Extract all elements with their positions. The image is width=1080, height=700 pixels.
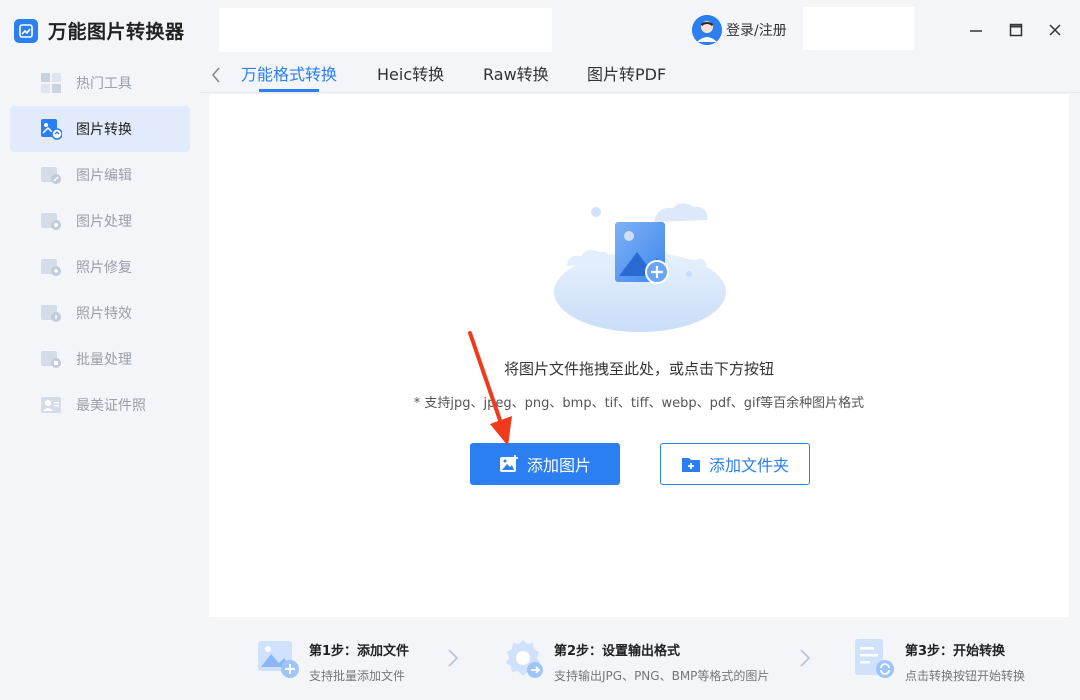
add-image-label: 添加图片 [526, 456, 591, 475]
image-process-icon [40, 210, 62, 232]
sidebar-item-photo-effect[interactable]: 照片特效 [10, 290, 190, 336]
drop-hint: 将图片文件拖拽至此处，或点击下方按钮 [503, 360, 774, 378]
supported-formats: * 支持jpg、jpeg、png、bmp、tif、tiff、webp、pdf、g… [413, 396, 865, 411]
step-1-desc: 支持批量添加文件 [309, 669, 406, 683]
step-1-title: 第1步：添加文件 [309, 644, 410, 659]
header-blank-area [803, 7, 914, 50]
steps-footer: 第1步：添加文件 支持批量添加文件 第2步：设置输出格式 支持输出JPG、PNG… [209, 618, 1069, 700]
add-folder-icon [681, 455, 701, 473]
minimize-icon [970, 30, 982, 32]
sidebar-nav: 热门工具 图片转换 图片编辑 图片处理 照片修复 照片特效 批量处理 最美证件照 [10, 60, 190, 428]
sidebar-item-batch[interactable]: 批量处理 [10, 336, 190, 382]
chevron-right-icon [448, 649, 459, 667]
search-box[interactable] [219, 8, 552, 52]
tab-heic[interactable]: Heic转换 [377, 61, 444, 93]
close-icon [1049, 24, 1061, 36]
settings-gear-icon [506, 640, 543, 678]
sidebar-item-label: 最美证件照 [76, 398, 146, 414]
sidebar-item-label: 照片修复 [76, 260, 132, 276]
tab-image-to-pdf[interactable]: 图片转PDF [587, 61, 666, 93]
step-3: 第3步：开始转换 点击转换按钮开始转换 [853, 638, 1025, 684]
sidebar-item-label: 照片特效 [76, 306, 132, 322]
sidebar-item-label: 图片转换 [76, 122, 132, 138]
step-2: 第2步：设置输出格式 支持输出JPG、PNG、BMP等格式的图片 [502, 638, 769, 684]
chevron-left-icon [211, 67, 220, 83]
format-tabs: 万能格式转换 Heic转换 Raw转换 图片转PDF [200, 56, 1080, 93]
step-3-title: 第3步：开始转换 [905, 644, 1006, 659]
add-image-icon [258, 641, 299, 678]
login-button[interactable]: 登录/注册 [692, 15, 787, 45]
app-title: 万能图片转换器 [48, 21, 185, 43]
sidebar-item-label: 热门工具 [76, 76, 132, 92]
sidebar-item-label: 批量处理 [76, 352, 132, 368]
sidebar-item-photo-repair[interactable]: 照片修复 [10, 244, 190, 290]
annotation-arrow-icon [468, 331, 512, 446]
app-logo: 万能图片转换器 [14, 17, 185, 44]
photo-repair-icon [40, 256, 62, 278]
drop-zone[interactable]: 将图片文件拖拽至此处，或点击下方按钮 * 支持jpg、jpeg、png、bmp、… [209, 94, 1069, 617]
maximize-button[interactable] [1006, 20, 1026, 40]
upload-illustration [554, 203, 726, 332]
convert-doc-icon [855, 639, 894, 678]
id-photo-icon [40, 394, 62, 416]
step-1: 第1步：添加文件 支持批量添加文件 [257, 638, 409, 684]
photo-effect-icon [40, 302, 62, 324]
grid-icon [40, 72, 62, 94]
add-image-icon [499, 455, 519, 473]
step-3-desc: 点击转换按钮开始转换 [905, 669, 1026, 683]
sidebar-item-image-edit[interactable]: 图片编辑 [10, 152, 190, 198]
image-convert-icon [40, 118, 62, 140]
maximize-icon [1009, 23, 1023, 37]
step-2-title: 第2步：设置输出格式 [554, 644, 681, 659]
chevron-right-icon [800, 649, 811, 667]
tab-raw[interactable]: Raw转换 [483, 61, 549, 93]
active-tab-indicator [259, 89, 319, 92]
sidebar-item-id-photo[interactable]: 最美证件照 [10, 382, 190, 428]
sidebar: 万能图片转换器 热门工具 图片转换 图片编辑 图片处理 照片修复 照片特效 批量… [0, 0, 200, 700]
sidebar-item-hot-tools[interactable]: 热门工具 [10, 60, 190, 106]
sidebar-item-image-process[interactable]: 图片处理 [10, 198, 190, 244]
app-logo-icon [14, 18, 38, 43]
step-2-desc: 支持输出JPG、PNG、BMP等格式的图片 [554, 669, 770, 683]
sidebar-item-label: 图片编辑 [76, 168, 132, 184]
batch-icon [40, 348, 62, 370]
image-edit-icon [40, 164, 62, 186]
close-button[interactable] [1045, 20, 1065, 40]
login-label: 登录/注册 [726, 23, 787, 39]
add-folder-label: 添加文件夹 [708, 456, 789, 475]
minimize-button[interactable] [966, 20, 986, 40]
tabs-back-button[interactable] [208, 66, 224, 84]
sidebar-item-image-convert[interactable]: 图片转换 [10, 106, 190, 152]
avatar-icon [692, 15, 722, 45]
sidebar-item-label: 图片处理 [76, 214, 132, 230]
add-folder-button[interactable]: 添加文件夹 [660, 443, 810, 485]
